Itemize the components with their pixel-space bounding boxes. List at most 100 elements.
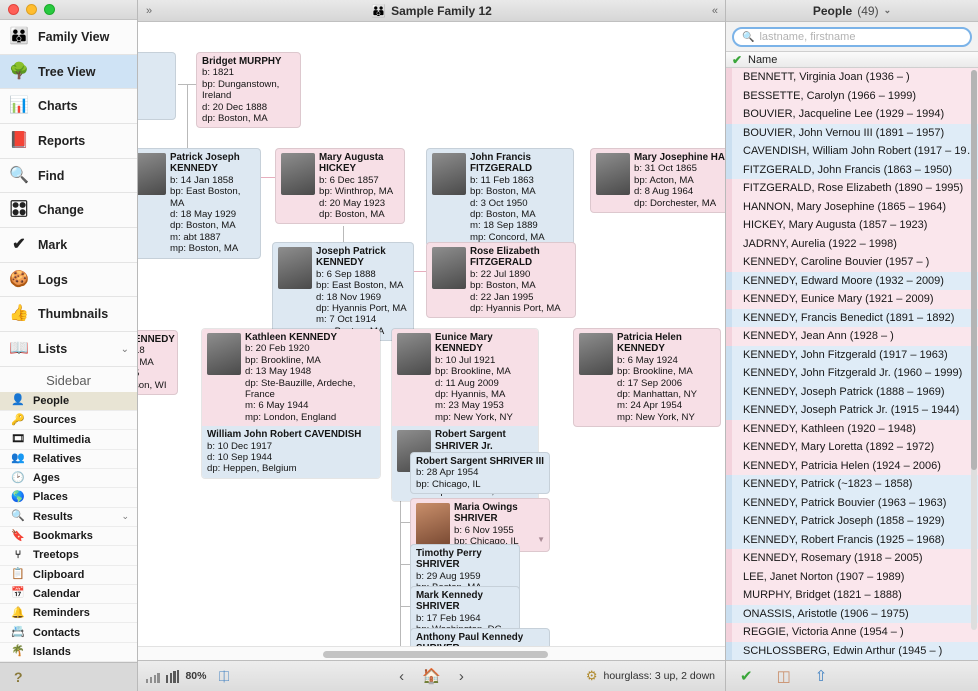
person-list-item[interactable]: FITZGERALD, John Francis (1863 – 1950) <box>726 160 978 179</box>
person-list-item[interactable]: KENNEDY, Edward Moore (1932 – 2009) <box>726 271 978 290</box>
home-icon[interactable]: 🏠 <box>422 667 441 685</box>
nav-item-thumbnails[interactable]: 👍 Thumbnails <box>0 297 137 333</box>
person-list-item[interactable]: CAVENDISH, William John Robert (1917 – 1… <box>726 142 978 161</box>
person-list-item[interactable]: BOUVIER, Jacqueline Lee (1929 – 1994) <box>726 105 978 124</box>
chevron-down-icon[interactable]: ▼ <box>537 534 545 545</box>
nav-item-lists[interactable]: 📖 Lists ⌄ <box>0 332 137 367</box>
sidebar-item-contacts[interactable]: 📇 Contacts <box>0 623 137 643</box>
person-list-item[interactable]: KENNEDY, Joseph Patrick Jr. (1915 – 1944… <box>726 401 978 420</box>
person-list-item[interactable]: KENNEDY, Kathleen (1920 – 1948) <box>726 419 978 438</box>
nav-item-reports[interactable]: 📕 Reports <box>0 124 137 159</box>
forward-button[interactable]: › <box>459 668 464 685</box>
gear-icon[interactable]: ⚙ <box>586 668 598 684</box>
search-input[interactable] <box>759 31 962 43</box>
sidebar-item-treetops[interactable]: ⑂ Treetops <box>0 546 137 566</box>
person-list-item[interactable]: KENNEDY, Robert Francis (1925 – 1968) <box>726 530 978 549</box>
tree-canvas[interactable]: DYn, Ireland Bridget MURPHYb: 1821bp: Dun… <box>138 22 725 660</box>
person-list-item[interactable]: JADRNY, Aurelia (1922 – 1998) <box>726 234 978 253</box>
sidebar-item-sources[interactable]: 🔑 Sources <box>0 411 137 431</box>
chevron-down-icon[interactable]: ⌄ <box>884 5 892 16</box>
person-list-item[interactable]: KENNEDY, Mary Loretta (1892 – 1972) <box>726 438 978 457</box>
nav-item-family-view[interactable]: 👪 Family View <box>0 20 137 55</box>
sidebar-item-relatives[interactable]: 👥 Relatives <box>0 450 137 470</box>
person-list-item[interactable]: KENNEDY, Caroline Bouvier (1957 – ) <box>726 253 978 272</box>
chevron-down-icon[interactable]: ⌄ <box>121 344 129 355</box>
nav-item-tree-view[interactable]: 🌳 Tree View <box>0 54 137 90</box>
chevron-down-icon[interactable]: ⌄ <box>121 511 129 522</box>
person-list-item[interactable]: HANNON, Mary Josephine (1865 – 1964) <box>726 197 978 216</box>
person-list-item[interactable]: SCHLOSSBERG, Edwin Arthur (1945 – ) <box>726 641 978 660</box>
person-list-item[interactable]: KENNEDY, John Fitzgerald Jr. (1960 – 199… <box>726 364 978 383</box>
person-list-item[interactable]: KENNEDY, Rosemary (1918 – 2005) <box>726 549 978 568</box>
person-card[interactable]: DYn, Ireland <box>138 52 176 120</box>
person-card[interactable]: Joseph Patrick KENNEDY b: 6 Sep 1888 bp: E… <box>272 242 414 342</box>
sidebar-item-results[interactable]: 🔍 Results ⌄ <box>0 508 137 527</box>
mark-icon[interactable]: ✔ <box>740 667 753 685</box>
people-panel-header[interactable]: People (49) ⌄ <box>726 0 978 22</box>
share-icon[interactable]: ⎅ <box>218 668 229 685</box>
person-card[interactable]: Mary Josephine HAN b: 31 Oct 1865 bp: Acto… <box>590 148 725 214</box>
nav-item-change[interactable]: 🎛 Change <box>0 193 137 229</box>
person-card[interactable]: Robert Sargent SHRIVER III b: 28 Apr 1954… <box>410 452 550 495</box>
back-button[interactable]: ‹ <box>399 668 404 685</box>
person-list-item[interactable]: KENNEDY, Eunice Mary (1921 – 2009) <box>726 290 978 309</box>
person-list-item[interactable]: KENNEDY, Patrick (~1823 – 1858) <box>726 475 978 494</box>
collapse-right-icon[interactable]: « <box>712 5 718 17</box>
person-card[interactable]: Bridget MURPHY b: 1821 bp: Dunganstown, Ir… <box>196 52 301 129</box>
person-list-item[interactable]: KENNEDY, Patrick Joseph (1858 – 1929) <box>726 512 978 531</box>
person-list-item[interactable]: KENNEDY, Jean Ann (1928 – ) <box>726 327 978 346</box>
column-header-name[interactable]: Name <box>748 54 777 66</box>
person-card[interactable]: John Francis FITZGERALD b: 11 Feb 1863 bp:… <box>426 148 574 248</box>
person-list-item[interactable]: LEE, Janet Norton (1907 – 1989) <box>726 567 978 586</box>
horizontal-scrollbar[interactable] <box>138 646 725 660</box>
person-card[interactable]: Patricia Helen KENNEDY b: 6 May 1924 bp: B… <box>573 328 721 428</box>
sidebar-item-clipboard[interactable]: 📋 Clipboard <box>0 566 137 585</box>
nav-item-mark[interactable]: ✔ Mark <box>0 228 137 263</box>
person-list-item[interactable]: KENNEDY, John Fitzgerald (1917 – 1963) <box>726 345 978 364</box>
person-card-primary[interactable]: Kathleen KENNEDY b: 20 Feb 1920 bp: Brookl… <box>202 329 380 427</box>
scrollbar-thumb[interactable] <box>323 651 548 658</box>
minimize-button[interactable] <box>26 3 37 15</box>
person-list-item[interactable]: BOUVIER, John Vernou III (1891 – 1957) <box>726 123 978 142</box>
person-card[interactable]: Kathleen KENNEDY b: 20 Feb 1920 bp: Brookl… <box>201 328 381 479</box>
sidebar-item-bookmarks[interactable]: 🔖 Bookmarks <box>0 527 137 547</box>
person-list-item[interactable]: HICKEY, Mary Augusta (1857 – 1923) <box>726 216 978 235</box>
search-box[interactable]: 🔍 <box>732 27 972 47</box>
person-card-primary[interactable]: Eunice Mary KENNEDY b: 10 Jul 1921 bp: Bro… <box>392 329 538 427</box>
people-list[interactable]: BENNETT, Virginia Joan (1936 – ) BESSETTE… <box>726 68 978 660</box>
people-list-scrollbar[interactable] <box>971 70 977 630</box>
person-list-item[interactable]: REGGIE, Victoria Anne (1954 – ) <box>726 623 978 642</box>
sidebar-item-reminders[interactable]: 🔔 Reminders <box>0 604 137 624</box>
sidebar-item-people[interactable]: 👤 People <box>0 391 137 412</box>
sidebar-item-multimedia[interactable]: 🎞 Multimedia <box>0 430 137 450</box>
person-list-item[interactable]: ONASSIS, Aristotle (1906 – 1975) <box>726 604 978 623</box>
nav-item-logs[interactable]: 🍪 Logs <box>0 263 137 298</box>
person-list-item[interactable]: BESSETTE, Carolyn (1966 – 1999) <box>726 86 978 105</box>
person-list-item[interactable]: KENNEDY, Patrick Bouvier (1963 – 1963) <box>726 493 978 512</box>
sidebar-item-calendar[interactable]: 📅 Calendar <box>0 585 137 605</box>
check-icon[interactable]: ✔ <box>726 53 748 67</box>
sidebar-item-islands[interactable]: 🌴 Islands <box>0 643 137 662</box>
zoom-in-icon[interactable] <box>165 669 180 683</box>
person-list-item[interactable]: KENNEDY, Joseph Patrick (1888 – 1969) <box>726 382 978 401</box>
person-list-item[interactable]: KENNEDY, Francis Benedict (1891 – 1892) <box>726 308 978 327</box>
nav-item-charts[interactable]: 📊 Charts <box>0 89 137 125</box>
sidebar-item-ages[interactable]: 🕑 Ages <box>0 469 137 489</box>
person-card[interactable]: Patrick Joseph KENNEDY b: 14 Jan 1858 bp: … <box>138 148 261 259</box>
person-card[interactable]: Mary Augusta HICKEY b: 6 Dec 1857 bp: Wint… <box>275 148 405 225</box>
person-list-item[interactable]: FITZGERALD, Rose Elizabeth (1890 – 1995) <box>726 179 978 198</box>
help-button[interactable]: ? <box>0 662 137 691</box>
nav-item-find[interactable]: 🔍 Find <box>0 159 137 194</box>
person-card-spouse[interactable]: William John Robert CAVENDISH b: 10 Dec 1… <box>202 426 380 478</box>
person-card[interactable]: Rose Elizabeth FITZGERALD b: 22 Jul 1890 b… <box>426 242 576 319</box>
close-button[interactable] <box>8 3 19 15</box>
sidebar-item-places[interactable]: 🌎 Places <box>0 488 137 508</box>
person-list-item[interactable]: KENNEDY, Patricia Helen (1924 – 2006) <box>726 456 978 475</box>
zoom-out-icon[interactable] <box>146 670 160 683</box>
scrollbar-thumb[interactable] <box>971 70 977 470</box>
person-list-item[interactable]: BENNETT, Virginia Joan (1936 – ) <box>726 68 978 87</box>
share-icon[interactable]: ⇧ <box>815 667 828 685</box>
person-card[interactable]: ENNEDY18, MA5son, WI <box>138 330 178 396</box>
zoom-button[interactable] <box>44 3 55 15</box>
expand-left-icon[interactable]: » <box>146 5 152 17</box>
